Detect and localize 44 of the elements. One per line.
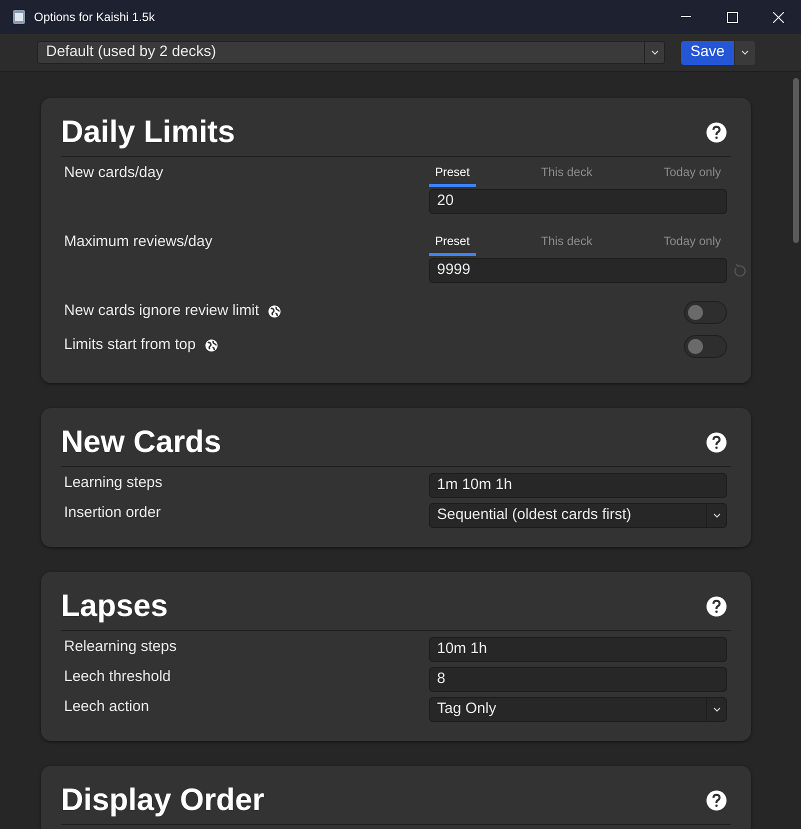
setting-label: Leech threshold <box>64 667 172 687</box>
help-icon[interactable] <box>706 432 727 452</box>
text-field[interactable]: 10m 1h <box>429 637 727 662</box>
number-field[interactable]: 9999 <box>429 258 727 283</box>
section-title: Daily Limits <box>61 113 235 151</box>
setting-label: Relearning steps <box>64 637 178 657</box>
reset-icon[interactable] <box>733 264 747 278</box>
maximize-icon <box>726 12 738 22</box>
setting-label: Insertion order <box>64 503 162 523</box>
section-title: New Cards <box>61 423 222 461</box>
dropdown-select[interactable]: Sequential (oldest cards first) <box>429 503 727 528</box>
tab[interactable]: Today only <box>658 232 727 256</box>
save-options-button[interactable] <box>735 40 755 64</box>
setting-label: New cards ignore review limit <box>64 301 429 321</box>
tab[interactable]: Today only <box>658 163 727 187</box>
section-title: Display Order <box>61 781 264 819</box>
window-title: Options for Kaishi 1.5k <box>34 9 155 26</box>
scrollbar[interactable] <box>793 78 799 243</box>
app-icon <box>12 9 26 25</box>
save-button[interactable]: Save <box>681 40 734 64</box>
number-field[interactable]: 20 <box>429 189 727 214</box>
help-icon[interactable] <box>706 790 727 810</box>
toggle-switch[interactable] <box>684 301 727 324</box>
setting-label: Leech action <box>64 697 150 717</box>
text-field[interactable]: 8 <box>429 667 727 692</box>
help-icon[interactable] <box>706 596 727 616</box>
setting-label: Maximum reviews/day <box>64 232 214 252</box>
setting-label: Limits start from top <box>64 335 429 355</box>
chevron-down-icon <box>650 50 658 55</box>
help-icon[interactable] <box>706 122 727 142</box>
dropdown-select[interactable]: Tag Only <box>429 697 727 722</box>
minimize-icon <box>681 16 691 18</box>
toggle-switch[interactable] <box>684 335 727 358</box>
chevron-down-icon <box>741 50 749 55</box>
chevron-down-icon <box>712 707 720 712</box>
setting-label: New cards/day <box>64 163 164 183</box>
setting-label: Learning steps <box>64 473 164 493</box>
text-field[interactable]: 1m 10m 1h <box>429 473 727 498</box>
section-title: Lapses <box>61 587 168 625</box>
preset-select[interactable]: Default (used by 2 decks) <box>37 41 665 64</box>
close-icon <box>772 12 784 22</box>
tab[interactable]: This deck <box>534 163 598 187</box>
tab[interactable]: This deck <box>534 232 598 256</box>
chevron-down-icon <box>712 513 720 518</box>
